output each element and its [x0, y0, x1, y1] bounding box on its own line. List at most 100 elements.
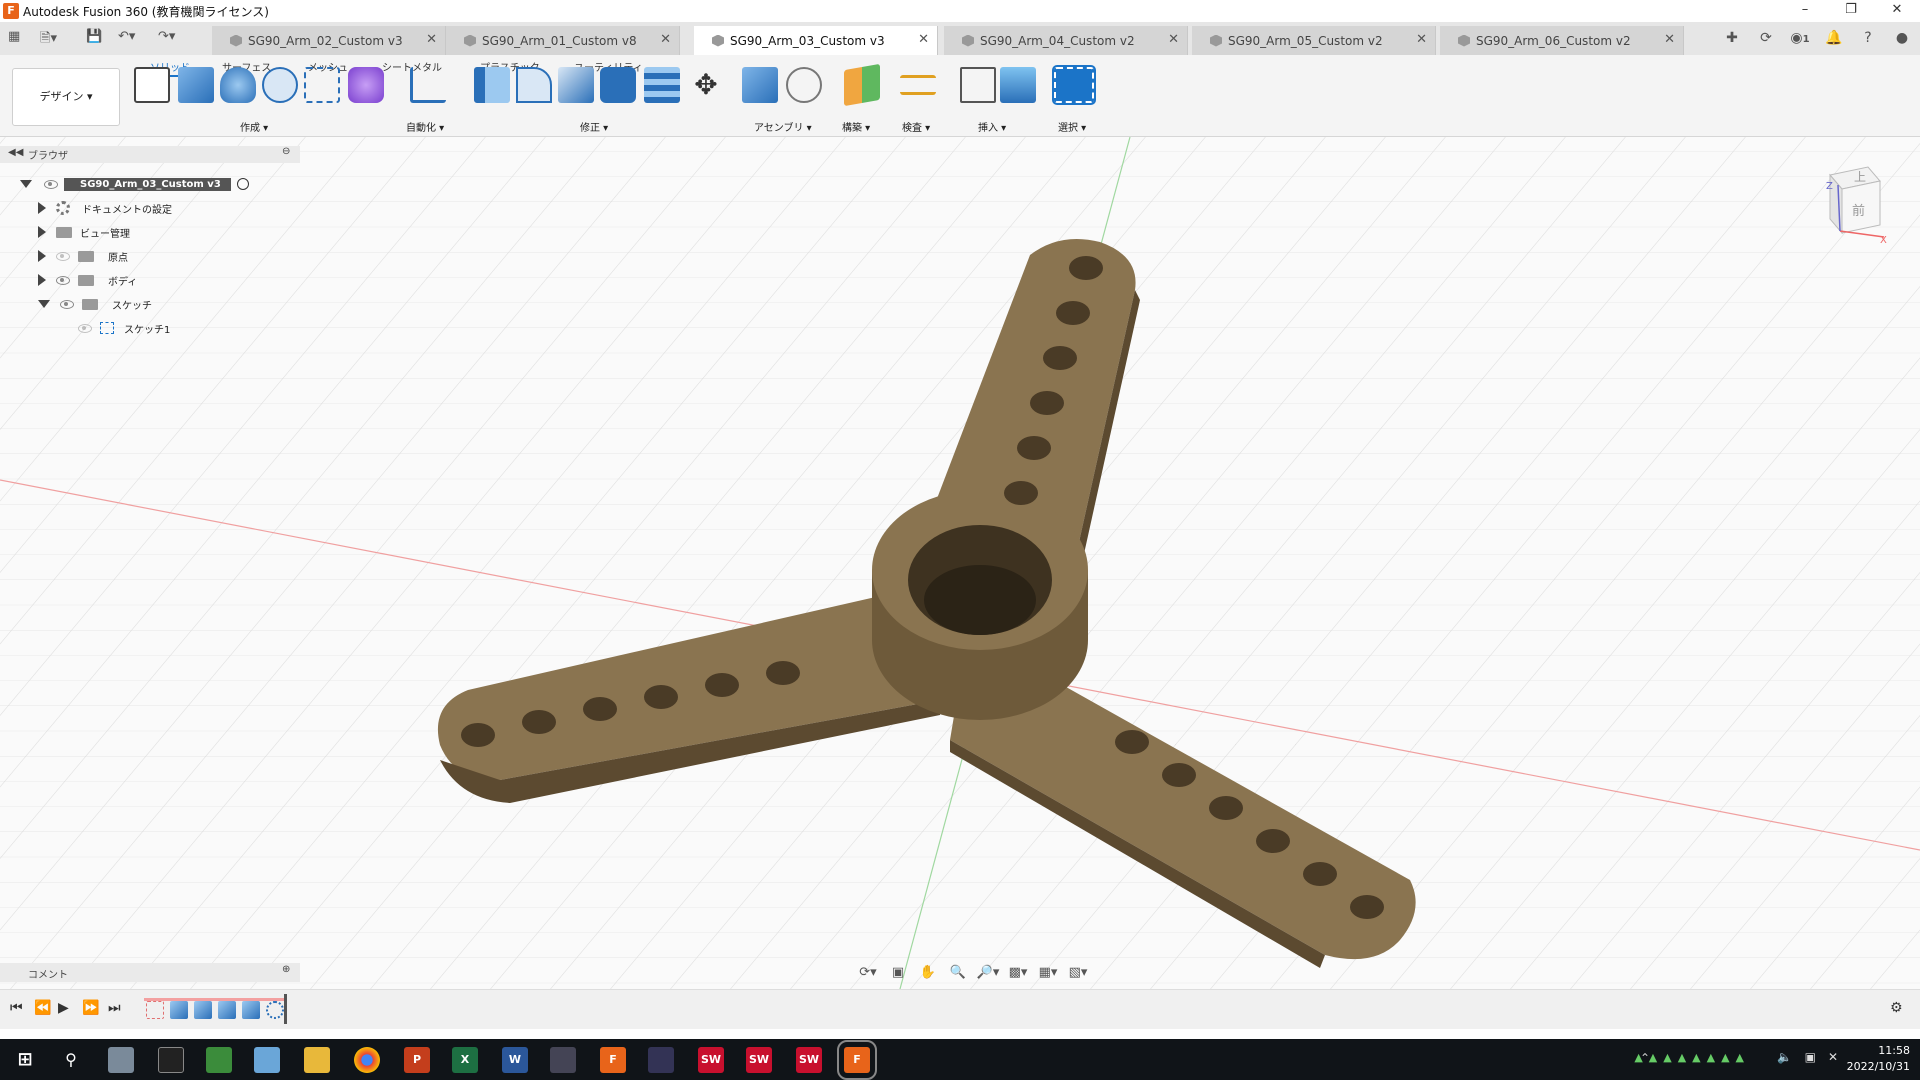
save-icon[interactable]: 💾	[86, 29, 102, 44]
expand-icon[interactable]	[38, 226, 46, 238]
expand-icon[interactable]	[38, 250, 46, 262]
app-icon-3[interactable]	[550, 1047, 576, 1073]
visibility-off-icon[interactable]	[56, 251, 70, 261]
press-pull-icon[interactable]	[474, 67, 510, 103]
job-status-icon[interactable]: ◉1	[1790, 28, 1810, 48]
expand-icon[interactable]	[38, 274, 46, 286]
tab-close-icon[interactable]: ✕	[1416, 32, 1427, 47]
tab-close-icon[interactable]: ✕	[1664, 32, 1675, 47]
comments-panel[interactable]: コメント ⊕	[0, 963, 300, 982]
tab-sg90-arm-01[interactable]: SG90_Arm_01_Custom v8 ✕	[446, 26, 680, 55]
select-icon[interactable]	[1052, 65, 1096, 105]
expand-icon[interactable]	[20, 180, 32, 188]
timeline-marker[interactable]	[284, 994, 287, 1024]
timeline-extrude-icon[interactable]	[170, 1001, 188, 1019]
go-to-start-icon[interactable]: ⏮	[10, 1000, 23, 1016]
notification-center-icon[interactable]: ✕	[1828, 1050, 1838, 1064]
joint-icon[interactable]	[786, 67, 822, 103]
timeline-extrude-icon[interactable]	[218, 1001, 236, 1019]
user-avatar-icon[interactable]: ●	[1892, 28, 1912, 48]
insert-derive-icon[interactable]	[960, 67, 996, 103]
solidworks-2019-icon[interactable]: SW	[698, 1047, 724, 1073]
notepad-icon[interactable]	[206, 1047, 232, 1073]
tab-sg90-arm-06[interactable]: SG90_Arm_06_Custom v2 ✕	[1440, 26, 1684, 55]
automate-icon[interactable]	[410, 67, 446, 103]
tree-item-document-settings[interactable]: ドキュメントの設定	[38, 198, 172, 218]
extrude-icon[interactable]	[178, 67, 214, 103]
tree-item-sketches[interactable]: スケッチ	[38, 294, 152, 314]
powerpoint-icon[interactable]: P	[404, 1047, 430, 1073]
close-icon[interactable]: ✕	[1874, 0, 1920, 22]
activate-radio-icon[interactable]	[236, 178, 249, 190]
expand-icon[interactable]	[38, 300, 50, 308]
undo-icon[interactable]: ↶▾	[118, 29, 135, 44]
solidworks-icon[interactable]: SW	[796, 1047, 822, 1073]
tab-sg90-arm-04[interactable]: SG90_Arm_04_Custom v2 ✕	[944, 26, 1188, 55]
timeline-sketch-icon[interactable]	[146, 1001, 164, 1019]
visibility-off-icon[interactable]	[78, 323, 92, 333]
solidworks-2020-icon[interactable]: SW	[746, 1047, 772, 1073]
tab-close-icon[interactable]: ✕	[660, 32, 671, 47]
apps-grid-icon[interactable]: ▦	[8, 29, 20, 44]
visibility-icon[interactable]	[56, 275, 70, 285]
move-icon[interactable]: ✥	[688, 67, 724, 103]
visibility-icon[interactable]	[44, 179, 58, 189]
group-inspect[interactable]: 検査 ▾	[902, 119, 930, 134]
tree-item-origin[interactable]: 原点	[38, 246, 128, 266]
redo-icon[interactable]: ↷▾	[158, 29, 175, 44]
collapse-panel-icon[interactable]: ◀◀	[8, 147, 23, 158]
group-modify[interactable]: 修正 ▾	[580, 119, 608, 134]
app-icon-4[interactable]	[648, 1047, 674, 1073]
new-component-icon[interactable]	[742, 67, 778, 103]
zoom-icon[interactable]: 🔍	[946, 963, 970, 983]
revolve-icon[interactable]	[220, 67, 256, 103]
step-back-icon[interactable]: ⏪	[34, 1000, 51, 1016]
offset-plane-icon[interactable]	[844, 63, 880, 107]
pattern-icon[interactable]	[304, 67, 340, 103]
go-to-end-icon[interactable]: ⏭	[108, 1000, 121, 1016]
timeline-extrude-icon[interactable]	[194, 1001, 212, 1019]
volume-icon[interactable]: 🔈	[1777, 1050, 1792, 1064]
group-assemble[interactable]: アセンブリ ▾	[754, 119, 812, 134]
pan-icon[interactable]: ✋	[916, 963, 940, 983]
group-insert[interactable]: 挿入 ▾	[978, 119, 1006, 134]
word-icon[interactable]: W	[502, 1047, 528, 1073]
tab-close-icon[interactable]: ✕	[1168, 32, 1179, 47]
group-select[interactable]: 選択 ▾	[1058, 119, 1086, 134]
measure-icon[interactable]	[900, 75, 936, 95]
look-at-icon[interactable]: ▣	[886, 963, 910, 983]
tree-item-named-views[interactable]: ビュー管理	[38, 222, 130, 242]
fusion-360-active-icon[interactable]: F	[837, 1040, 877, 1080]
browser-header[interactable]: ◀◀ ブラウザ ⊖	[0, 146, 300, 163]
tab-close-icon[interactable]: ✕	[918, 32, 929, 47]
step-forward-icon[interactable]: ⏩	[82, 1000, 99, 1016]
tab-close-icon[interactable]: ✕	[426, 32, 437, 47]
orbit-icon[interactable]: ⟳▾	[856, 963, 880, 983]
tree-item-sketch1[interactable]: スケッチ1	[78, 318, 170, 338]
fusion-360-icon[interactable]: F	[600, 1047, 626, 1073]
viewports-icon[interactable]: ▧▾	[1066, 963, 1090, 983]
browser-minimize-icon[interactable]: ⊖	[282, 146, 290, 157]
play-icon[interactable]: ▶	[58, 1000, 69, 1016]
shell-icon[interactable]	[558, 67, 594, 103]
expand-icon[interactable]	[38, 202, 46, 214]
visibility-icon[interactable]	[60, 299, 74, 309]
grid-settings-icon[interactable]: ▦▾	[1036, 963, 1060, 983]
online-status-icon[interactable]: ⟳	[1756, 28, 1776, 48]
restore-icon[interactable]: ❐	[1828, 0, 1874, 22]
app-icon-1[interactable]	[108, 1047, 134, 1073]
fit-icon[interactable]: 🔎▾	[976, 963, 1000, 983]
help-icon[interactable]: ?	[1858, 28, 1878, 48]
create-sketch-icon[interactable]	[134, 67, 170, 103]
chrome-icon[interactable]	[354, 1047, 380, 1073]
terminal-icon[interactable]	[158, 1047, 184, 1073]
app-icon-2[interactable]	[254, 1047, 280, 1073]
workspace-switcher[interactable]: デザイン ▾	[12, 68, 120, 126]
hole-icon[interactable]	[262, 67, 298, 103]
group-create[interactable]: 作成 ▾	[240, 119, 268, 134]
form-icon[interactable]	[348, 67, 384, 103]
taskbar-clock[interactable]: 11:58 2022/10/31	[1847, 1043, 1910, 1075]
search-icon[interactable]: ⚲	[58, 1047, 84, 1073]
insert-canvas-icon[interactable]	[1000, 67, 1036, 103]
combine-icon[interactable]	[600, 67, 636, 103]
